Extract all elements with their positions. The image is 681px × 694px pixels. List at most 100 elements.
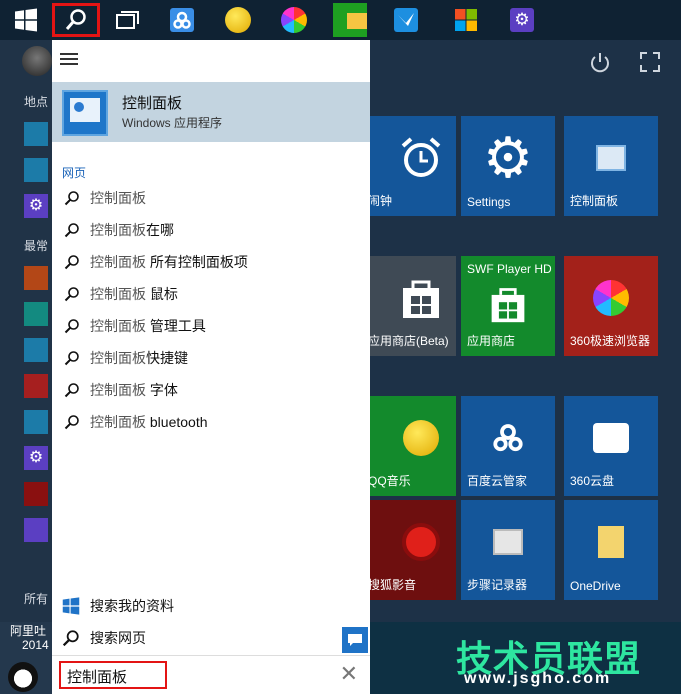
settings-taskbar-button[interactable]: ⚙ [498,3,546,37]
search-icon [64,351,79,366]
web-suggestion[interactable]: 控制面板 [52,184,370,212]
feedback-button[interactable] [342,627,368,653]
web-suggestion[interactable]: 控制面板 管理工具 [52,312,370,340]
windows-start-button[interactable] [2,3,50,37]
hamburger-menu-icon[interactable] [60,50,80,66]
suggestion-text: 控制面板 所有控制面板项 [90,254,248,270]
tile-360-cloud[interactable]: 360云盘 [564,396,658,496]
most-used-label: 最常 [24,239,49,253]
all-apps-label[interactable]: 所有 [24,590,48,607]
clear-search-icon[interactable]: ✕ [340,663,358,685]
cloud-drive-icon [593,423,629,453]
tile-alarm[interactable]: 闹钟 [368,116,456,216]
suggestion-text: 控制面板 [90,190,146,206]
rail-settings-icon[interactable]: ⚙ [24,446,48,470]
bird-app-taskbar-button[interactable] [382,3,430,37]
suggestion-text: 控制面板 字体 [90,382,178,398]
power-icon[interactable] [590,52,610,74]
tile-label: 搜狐影音 [368,578,417,592]
search-web-button[interactable]: 搜索网页 [52,623,370,653]
bird-icon [394,8,418,32]
qq-music-taskbar-button[interactable] [214,3,262,37]
desktop-bottom-left: 阿里吐 2014 [0,622,52,694]
web-suggestion[interactable]: 控制面板 bluetooth [52,408,370,436]
tile-baidu-cloud[interactable]: 百度云管家 [461,396,555,496]
tile-label: 360极速浏览器 [570,334,651,348]
tile-label: OneDrive [570,579,621,593]
browser-360-taskbar-button[interactable] [270,3,318,37]
rail-qq-icon[interactable] [24,374,48,398]
tile-top-text: SWF Player HD [467,262,552,276]
rail-search-icon[interactable] [24,518,48,542]
baidu-cloud-taskbar-button[interactable] [158,3,206,37]
search-input[interactable] [67,666,167,686]
watermark-url: www.jsgho.com [464,670,612,687]
search-icon [65,9,86,30]
tile-label: Settings [467,195,511,209]
speech-bubble-icon [348,634,362,646]
search-my-stuff-label: 搜索我的资料 [90,598,174,614]
watermark-area: 技术员联盟 www.jsgho.com [370,622,681,694]
control-panel-icon [62,90,108,136]
control-panel-icon [596,145,626,171]
rail-app-icon[interactable] [24,410,48,434]
taskbar-search-button[interactable] [52,3,100,37]
tile-qq-music[interactable]: QQ音乐 [368,396,456,496]
qq-music-icon [402,420,439,456]
rail-app-icon[interactable] [24,158,48,182]
rail-app-icon[interactable] [24,266,48,290]
web-suggestion[interactable]: 控制面板 鼠标 [52,280,370,308]
store-taskbar-button[interactable] [442,3,490,37]
tile-store[interactable]: SWF Player HD 应用商店 [461,256,555,356]
search-icon [64,255,79,270]
search-icon [62,630,79,647]
search-icon [64,319,79,334]
suggestion-text: 控制面板 管理工具 [90,318,206,334]
tile-label: 应用商店(Beta) [368,334,449,348]
rail-app-icon[interactable] [24,122,48,146]
year-partial: 2014 [22,638,49,652]
search-icon [64,223,79,238]
tile-store-beta[interactable]: 应用商店(Beta) [368,256,456,356]
web-suggestion[interactable]: 控制面板在哪 [52,216,370,244]
web-section-header: 网页 [62,166,87,180]
tile-label: 360云盘 [570,474,615,488]
tile-label: 应用商店 [467,334,516,348]
folder-icon [598,526,624,558]
store-bag-icon [402,280,439,318]
browser-360-icon [593,280,629,316]
expand-icon[interactable] [640,52,660,72]
taskbar: ⚙ [0,0,681,40]
qq-music-icon [225,7,251,33]
gear-icon: ⚙ [482,126,534,189]
search-box: ✕ [52,655,370,694]
tile-sohu-video[interactable]: 搜狐影音 [368,500,456,600]
tile-settings[interactable]: ⚙ Settings [461,116,555,216]
file-explorer-icon [333,3,367,37]
search-input-highlight [59,661,167,689]
search-icon [64,287,79,302]
web-suggestion[interactable]: 控制面板 字体 [52,376,370,404]
web-suggestion[interactable]: 控制面板 所有控制面板项 [52,248,370,276]
task-view-button[interactable] [104,3,152,37]
web-suggestion[interactable]: 控制面板快捷键 [52,344,370,372]
rail-app-icon[interactable] [24,302,48,326]
best-match-result[interactable]: 控制面板 Windows 应用程序 [52,82,370,142]
tile-label: 控制面板 [570,194,619,208]
rail-settings-icon[interactable]: ⚙ [24,194,48,218]
tile-onedrive[interactable]: OneDrive [564,500,658,600]
tile-steps-recorder[interactable]: 步骤记录器 [461,500,555,600]
rail-app-icon[interactable] [24,338,48,362]
rail-app-icon[interactable] [24,482,48,506]
search-my-stuff-button[interactable]: 搜索我的资料 [52,591,370,621]
baidu-cloud-icon [170,8,194,32]
tile-label: 步骤记录器 [467,578,528,592]
qq-penguin-icon[interactable] [8,662,38,692]
tile-360-browser[interactable]: 360极速浏览器 [564,256,658,356]
tile-label: QQ音乐 [368,474,411,488]
user-avatar[interactable] [22,46,52,76]
tile-control-panel[interactable]: 控制面板 [564,116,658,216]
tile-label: 百度云管家 [467,474,528,488]
tile-label: 闹钟 [368,194,393,208]
file-explorer-taskbar-button[interactable] [326,3,374,37]
